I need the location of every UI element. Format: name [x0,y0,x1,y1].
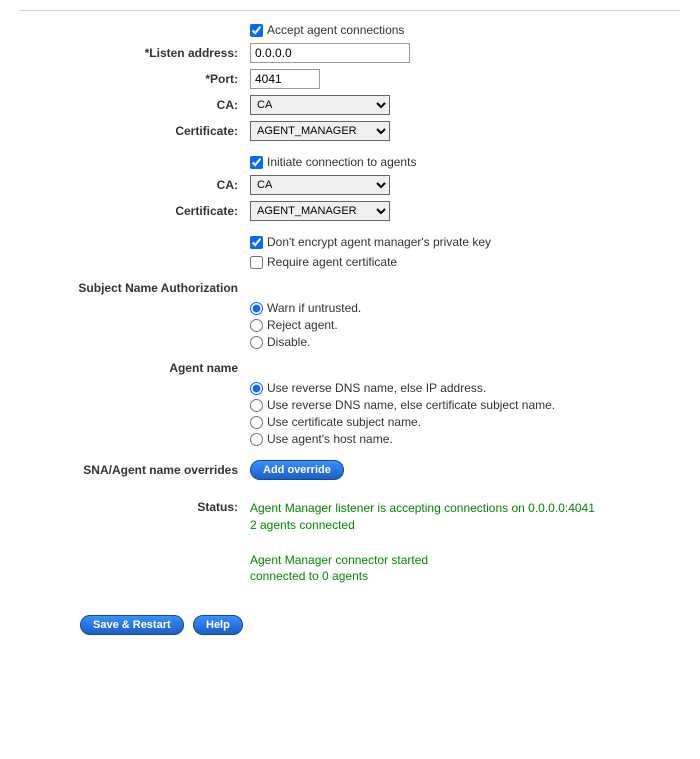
listen-address-input[interactable] [250,43,410,63]
agent-name-host-label: Use agent's host name. [267,432,393,446]
sna-warn-label: Warn if untrusted. [267,301,361,315]
add-override-button[interactable]: Add override [250,460,344,480]
status-line-4: connected to 0 agents [250,568,680,585]
initiate-connection-checkbox[interactable] [250,156,263,169]
accept-agent-connections-label: Accept agent connections [267,23,404,37]
agent-name-cert-label: Use certificate subject name. [267,415,421,429]
certificate-select-1[interactable]: AGENT_MANAGER [250,121,390,141]
certificate-select-2[interactable]: AGENT_MANAGER [250,201,390,221]
sna-reject-radio[interactable] [250,319,263,332]
sna-warn-radio[interactable] [250,302,263,315]
agent-name-rdns-ip-radio[interactable] [250,382,263,395]
status-line-2: 2 agents connected [250,517,680,534]
certificate-label-2: Certificate: [20,204,250,218]
dont-encrypt-checkbox[interactable] [250,236,263,249]
sna-disable-label: Disable. [267,335,310,349]
save-restart-button[interactable]: Save & Restart [80,615,184,635]
sna-reject-label: Reject agent. [267,318,338,332]
port-label: *Port: [20,72,250,86]
status-line-1: Agent Manager listener is accepting conn… [250,500,680,517]
require-agent-cert-label: Require agent certificate [267,255,397,269]
require-agent-cert-checkbox[interactable] [250,256,263,269]
sna-disable-radio[interactable] [250,336,263,349]
sna-heading: Subject Name Authorization [20,281,250,295]
dont-encrypt-label: Don't encrypt agent manager's private ke… [267,235,491,249]
ca-select-1[interactable]: CA [250,95,390,115]
status-label: Status: [20,500,250,514]
agent-name-rdns-ip-label: Use reverse DNS name, else IP address. [267,381,486,395]
help-button[interactable]: Help [193,615,243,635]
agent-name-host-radio[interactable] [250,433,263,446]
ca-label-2: CA: [20,178,250,192]
accept-agent-connections-checkbox[interactable] [250,24,263,37]
agent-name-rdns-cert-radio[interactable] [250,399,263,412]
listen-address-label: *Listen address: [20,46,250,60]
certificate-label-1: Certificate: [20,124,250,138]
ca-label-1: CA: [20,98,250,112]
overrides-label: SNA/Agent name overrides [20,463,250,477]
port-input[interactable] [250,69,320,89]
agent-name-rdns-cert-label: Use reverse DNS name, else certificate s… [267,398,555,412]
status-line-3: Agent Manager connector started [250,552,680,569]
initiate-connection-label: Initiate connection to agents [267,155,416,169]
agent-name-cert-radio[interactable] [250,416,263,429]
agent-name-heading: Agent name [20,361,250,375]
ca-select-2[interactable]: CA [250,175,390,195]
